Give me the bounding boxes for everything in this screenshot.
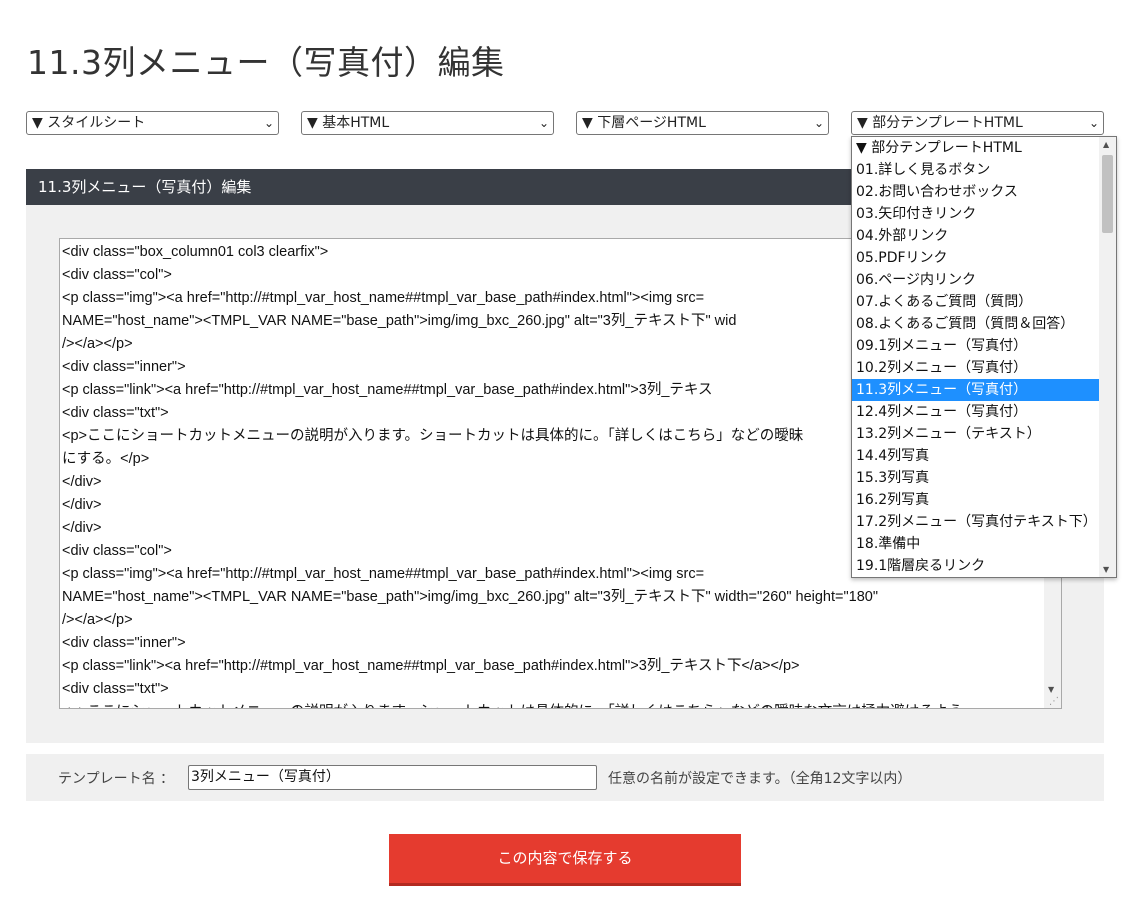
page-title: 11.3列メニュー（写真付）編集 [27, 43, 505, 82]
code-line: <div class="txt"> [62, 681, 169, 697]
partial-template-select-label: ▼ 部分テンプレートHTML [857, 115, 1023, 131]
partial-template-select[interactable]: ▼ 部分テンプレートHTML ⌄ [851, 111, 1104, 135]
save-button[interactable]: この内容で保存する [389, 834, 741, 886]
code-line: NAME="host_name"><TMPL_VAR NAME="base_pa… [62, 589, 878, 605]
chevron-down-icon: ⌄ [813, 116, 824, 130]
stylesheet-select[interactable]: ▼ スタイルシート ⌄ [26, 111, 279, 135]
dropdown-option[interactable]: 19.1階層戻るリンク [852, 555, 1100, 577]
basic-html-select-label: ▼ 基本HTML [307, 115, 390, 131]
partial-template-dropdown-list[interactable]: ▼ 部分テンプレートHTML 01.詳しく見るボタン 02.お問い合わせボックス 03… [851, 136, 1117, 578]
dropdown-option[interactable]: 07.よくあるご質問（質問） [852, 291, 1100, 313]
dropdown-option[interactable]: 15.3列写真 [852, 467, 1100, 489]
dropdown-option[interactable]: 13.2列メニュー（テキスト） [852, 423, 1100, 445]
chevron-down-icon: ⌄ [263, 116, 274, 130]
code-line: /></a></p> [62, 612, 133, 628]
dropdown-option[interactable]: 05.PDFリンク [852, 247, 1100, 269]
lower-page-html-select-label: ▼ 下層ページHTML [582, 115, 706, 131]
template-name-hint: 任意の名前が設定できます。（全角12文字以内） [608, 771, 912, 787]
chevron-down-icon: ⌄ [538, 116, 549, 130]
dropdown-options: ▼ 部分テンプレートHTML 01.詳しく見るボタン 02.お問い合わせボックス 03… [852, 137, 1116, 577]
stylesheet-select-label: ▼ スタイルシート [32, 115, 146, 131]
dropdown-option[interactable]: 10.2列メニュー（写真付） [852, 357, 1100, 379]
code-line: <p class="link"><a href="http://#tmpl_va… [62, 658, 800, 674]
template-name-row: テンプレート名 ： 3列メニュー（写真付） 任意の名前が設定できます。（全角12… [26, 754, 1104, 801]
dropdown-option[interactable]: 01.詳しく見るボタン [852, 159, 1100, 181]
dropdown-option[interactable]: 11.3列メニュー（写真付） [852, 379, 1100, 401]
dropdown-option[interactable]: ▼ 部分テンプレートHTML [852, 137, 1100, 159]
dropdown-option[interactable]: 17.2列メニュー（写真付テキスト下） [852, 511, 1100, 533]
scroll-down-icon[interactable]: ▼ [1103, 565, 1109, 574]
dropdown-option[interactable]: 14.4列写真 [852, 445, 1100, 467]
code-line: <p>ここにショートカットメニューの説明が入ります。ショートカットは具体的に。「… [62, 701, 1042, 708]
template-name-label: テンプレート名 ： [58, 771, 175, 787]
dropdown-scroll-thumb[interactable] [1102, 155, 1113, 233]
resize-grip-icon[interactable]: ⋰ [1049, 696, 1059, 707]
dropdown-option[interactable]: 16.2列写真 [852, 489, 1100, 511]
lower-page-html-select[interactable]: ▼ 下層ページHTML ⌄ [576, 111, 829, 135]
dropdown-option[interactable]: 08.よくあるご質問（質問＆回答） [852, 313, 1100, 335]
template-name-input[interactable]: 3列メニュー（写真付） [188, 765, 597, 790]
dropdown-option[interactable]: 03.矢印付きリンク [852, 203, 1100, 225]
chevron-down-icon: ⌄ [1088, 116, 1099, 130]
scroll-up-icon[interactable]: ▲ [1103, 140, 1109, 149]
scroll-down-icon[interactable]: ▼ [1048, 685, 1054, 694]
dropdown-option[interactable]: 09.1列メニュー（写真付） [852, 335, 1100, 357]
dropdown-option[interactable]: 02.お問い合わせボックス [852, 181, 1100, 203]
dropdown-option[interactable]: 06.ページ内リンク [852, 269, 1100, 291]
dropdown-scrollbar[interactable]: ▲ ▼ [1099, 137, 1116, 577]
dropdown-option[interactable]: 12.4列メニュー（写真付） [852, 401, 1100, 423]
code-line: <div class="inner"> [62, 635, 186, 651]
basic-html-select[interactable]: ▼ 基本HTML ⌄ [301, 111, 554, 135]
dropdown-option[interactable]: 18.準備中 [852, 533, 1100, 555]
dropdown-option[interactable]: 04.外部リンク [852, 225, 1100, 247]
